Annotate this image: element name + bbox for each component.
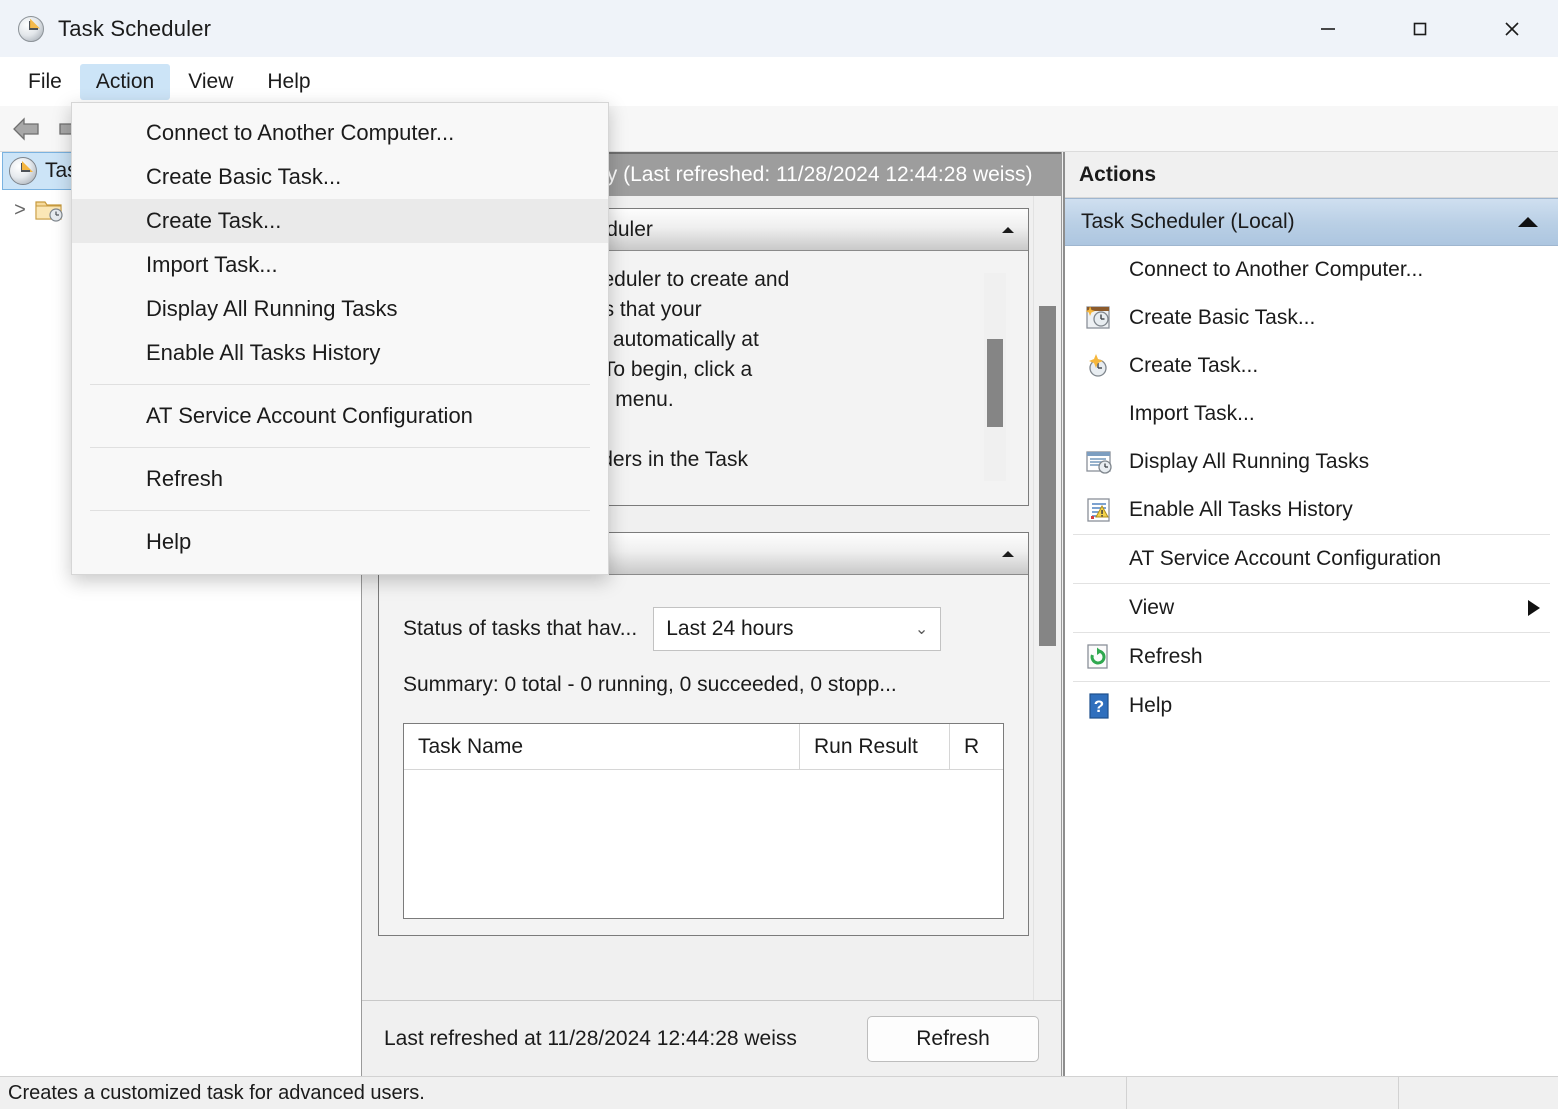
statusbar-message: Creates a customized task for advanced u…: [8, 1081, 425, 1104]
separator: [90, 510, 590, 511]
back-arrow-icon[interactable]: [10, 116, 44, 142]
chevron-down-icon[interactable]: ⌄: [915, 619, 928, 639]
refresh-icon: [1079, 642, 1119, 672]
actions-pane-title: Actions: [1065, 152, 1558, 198]
menu-item-help[interactable]: Help: [72, 520, 608, 564]
close-button[interactable]: [1466, 0, 1558, 57]
action-label: Refresh: [1129, 645, 1203, 668]
action-create-task[interactable]: Create Task...: [1065, 342, 1558, 390]
action-label: View: [1129, 596, 1175, 619]
action-label: Import Task...: [1129, 402, 1255, 425]
action-enable-all-tasks-history[interactable]: Enable All Tasks History: [1065, 486, 1558, 534]
menu-item-enable-all-tasks-history[interactable]: Enable All Tasks History: [72, 331, 608, 375]
menu-item-create-task[interactable]: Create Task...: [72, 199, 608, 243]
chevron-right-icon[interactable]: [1528, 600, 1540, 616]
column-header-run-result[interactable]: Run Result: [800, 724, 950, 769]
actions-group-task-scheduler-local[interactable]: Task Scheduler (Local): [1065, 198, 1558, 246]
statusbar: Creates a customized task for advanced u…: [0, 1076, 1558, 1109]
refresh-button[interactable]: Refresh: [867, 1015, 1039, 1062]
menu-action[interactable]: Action: [79, 63, 171, 100]
triangle-up-icon[interactable]: [1518, 217, 1538, 227]
action-connect-to-another-computer[interactable]: Connect to Another Computer...: [1065, 246, 1558, 294]
task-status-filter-label: Status of tasks that hav...: [403, 617, 638, 640]
action-label: Create Basic Task...: [1129, 306, 1316, 329]
statusbar-cell-2: [1126, 1076, 1398, 1109]
action-dropdown-menu: Connect to Another Computer... Create Ba…: [71, 102, 609, 575]
folder-clock-icon: [34, 197, 64, 223]
maximize-button[interactable]: [1374, 0, 1466, 57]
action-label: Enable All Tasks History: [1129, 498, 1353, 521]
separator: [90, 384, 590, 385]
main-scrollbar-thumb[interactable]: [1039, 306, 1056, 646]
action-refresh[interactable]: Refresh: [1065, 633, 1558, 681]
column-header-partial[interactable]: R: [950, 724, 990, 769]
svg-text:?: ?: [1094, 697, 1104, 716]
action-import-task[interactable]: Import Task...: [1065, 390, 1558, 438]
action-view[interactable]: View: [1065, 584, 1558, 632]
clock-icon: [18, 15, 44, 42]
task-status-filter-select[interactable]: Last 24 hours ⌄: [653, 607, 942, 651]
action-label: AT Service Account Configuration: [1129, 547, 1442, 570]
task-status-filter-value: Last 24 hours: [666, 617, 794, 640]
action-label: Create Task...: [1129, 354, 1259, 377]
menu-file[interactable]: File: [12, 64, 78, 100]
overview-scrollbar-thumb[interactable]: [987, 339, 1003, 427]
task-status-section: Task Status Status of tasks that hav... …: [378, 532, 1029, 936]
menu-item-import-task[interactable]: Import Task...: [72, 243, 608, 287]
create-task-icon: [1079, 351, 1119, 381]
minimize-button[interactable]: [1282, 0, 1374, 57]
statusbar-cell-3: [1398, 1076, 1558, 1109]
task-status-filter-row: Status of tasks that hav... Last 24 hour…: [397, 589, 1010, 651]
actions-pane: Actions Task Scheduler (Local) Connect t…: [1063, 152, 1558, 1076]
refresh-bar: Last refreshed at 11/28/2024 12:44:28 we…: [362, 1000, 1061, 1076]
main-scrollbar[interactable]: [1033, 196, 1061, 1000]
action-label: Connect to Another Computer...: [1129, 258, 1424, 281]
action-display-all-running-tasks[interactable]: Display All Running Tasks: [1065, 438, 1558, 486]
menu-help[interactable]: Help: [251, 64, 326, 100]
task-status-section-body: Status of tasks that hav... Last 24 hour…: [379, 575, 1028, 935]
overview-scrollbar[interactable]: [984, 273, 1006, 481]
titlebar: Task Scheduler: [0, 0, 1558, 57]
table-header-row: Task Name Run Result R: [404, 724, 1003, 770]
task-scheduler-window: Task Scheduler File Action View Help Tas…: [0, 0, 1558, 1109]
action-label: Display All Running Tasks: [1129, 450, 1370, 473]
window-controls: [1282, 0, 1558, 57]
last-refreshed-text: Last refreshed at 11/28/2024 12:44:28 we…: [384, 1026, 797, 1050]
menu-item-create-basic-task[interactable]: Create Basic Task...: [72, 155, 608, 199]
triangle-up-icon[interactable]: [1002, 550, 1014, 557]
separator: [90, 447, 590, 448]
clock-icon: [9, 157, 37, 185]
column-header-task-name[interactable]: Task Name: [404, 724, 800, 769]
chevron-right-icon[interactable]: >: [6, 199, 34, 222]
action-label: Help: [1129, 694, 1173, 717]
action-help[interactable]: ? Help: [1065, 682, 1558, 730]
help-icon: ?: [1079, 691, 1119, 721]
actions-group-label: Task Scheduler (Local): [1081, 210, 1295, 233]
menubar: File Action View Help: [0, 57, 1558, 106]
create-basic-task-icon: [1079, 303, 1119, 333]
triangle-up-icon[interactable]: [1002, 226, 1014, 233]
enable-history-icon: [1079, 495, 1119, 525]
action-at-service-account-configuration[interactable]: AT Service Account Configuration: [1065, 535, 1558, 583]
task-status-table: Task Name Run Result R: [403, 723, 1004, 919]
table-body: [404, 770, 1003, 918]
window-title: Task Scheduler: [58, 15, 212, 41]
menu-item-connect-to-another-computer[interactable]: Connect to Another Computer...: [72, 111, 608, 155]
display-running-tasks-icon: [1079, 447, 1119, 477]
menu-view[interactable]: View: [172, 64, 249, 100]
task-status-summary: Summary: 0 total - 0 running, 0 succeede…: [403, 673, 897, 696]
menu-item-refresh[interactable]: Refresh: [72, 457, 608, 501]
action-create-basic-task[interactable]: Create Basic Task...: [1065, 294, 1558, 342]
menu-item-display-all-running-tasks[interactable]: Display All Running Tasks: [72, 287, 608, 331]
menu-item-at-service-account-configuration[interactable]: AT Service Account Configuration: [72, 394, 608, 438]
